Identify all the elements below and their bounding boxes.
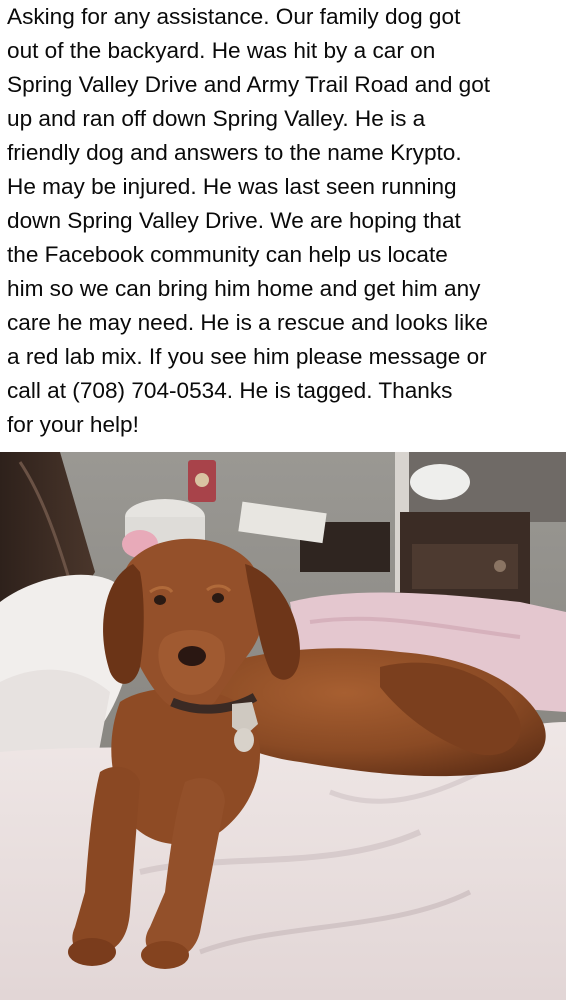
post-text-line: for your help! bbox=[7, 412, 139, 437]
post-text-line: care he may need. He is a rescue and loo… bbox=[7, 310, 488, 335]
post-text-line: Asking for any assistance. Our family do… bbox=[7, 4, 461, 29]
dog-photo-image bbox=[0, 452, 566, 1000]
facebook-post: Asking for any assistance. Our family do… bbox=[0, 0, 566, 1000]
post-text-line: him so we can bring him home and get him… bbox=[7, 276, 481, 301]
post-text-line: Spring Valley Drive and Army Trail Road … bbox=[7, 72, 491, 97]
post-text: Asking for any assistance. Our family do… bbox=[7, 0, 563, 452]
post-text-line: call at (708) 704-0534. He is tagged. Th… bbox=[7, 378, 453, 403]
post-text-line: He may be injured. He was last seen runn… bbox=[7, 174, 457, 199]
post-text-line: friendly dog and answers to the name Kry… bbox=[7, 140, 462, 165]
post-text-line: a red lab mix. If you see him please mes… bbox=[7, 344, 487, 369]
dog-photo[interactable] bbox=[0, 452, 566, 1000]
post-text-line: up and ran off down Spring Valley. He is… bbox=[7, 106, 426, 131]
post-text-line: down Spring Valley Drive. We are hoping … bbox=[7, 208, 461, 233]
post-text-line: out of the backyard. He was hit by a car… bbox=[7, 38, 436, 63]
post-text-line: the Facebook community can help us locat… bbox=[7, 242, 448, 267]
